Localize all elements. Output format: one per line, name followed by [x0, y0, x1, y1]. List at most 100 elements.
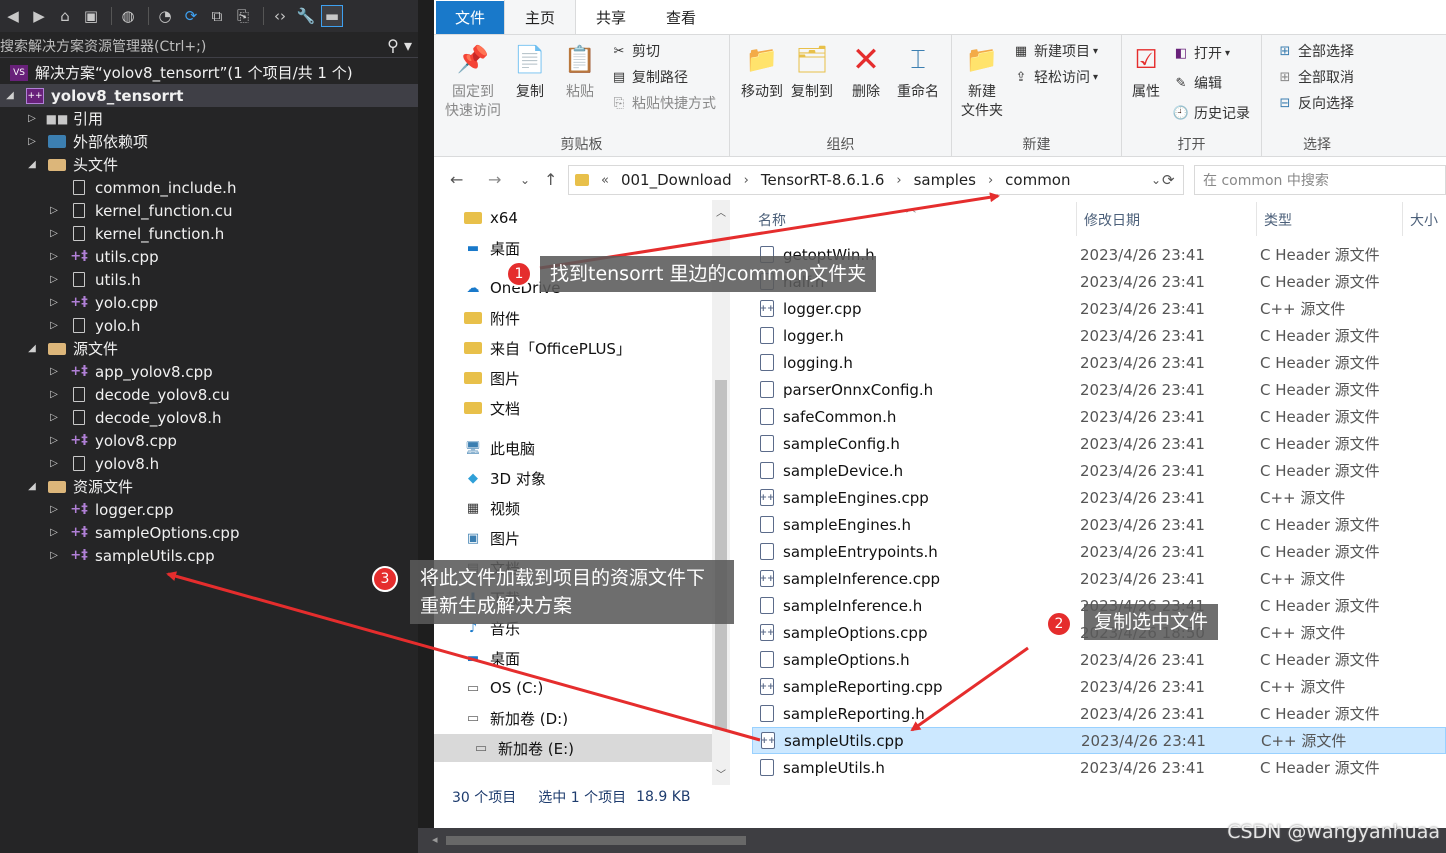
recent-chevron-down-icon[interactable]: ⌄: [520, 173, 530, 187]
back-arrow-icon[interactable]: ←: [450, 170, 463, 189]
nav-item[interactable]: ▬ 桌面: [464, 234, 520, 262]
new-folder-button[interactable]: 📁 新建 文件夹: [958, 41, 1006, 121]
column-size[interactable]: 大小: [1410, 210, 1438, 230]
tree-item[interactable]: ▷ +‡ sampleOptions.cpp: [0, 521, 418, 544]
horizontal-scrollbar-thumb[interactable]: [446, 836, 746, 845]
tree-item[interactable]: ▷ decode_yolov8.cu: [0, 383, 418, 406]
file-row[interactable]: ++ sampleUtils.cpp 2023/4/26 23:41 C++ 源文件: [752, 727, 1446, 754]
expand-arrow-icon[interactable]: ▷: [26, 136, 38, 147]
history-button[interactable]: 🕘 历史记录: [1172, 101, 1250, 125]
file-row[interactable]: sampleOptions.h 2023/4/26 23:41 C Header 源…: [752, 646, 1446, 673]
file-row[interactable]: parserOnnxConfig.h 2023/4/26 23:41 C Heade…: [752, 376, 1446, 403]
move-to-button[interactable]: 📁 移动到: [738, 41, 786, 102]
tree-item[interactable]: ▷ 外部依赖项: [0, 130, 418, 153]
file-row[interactable]: logging.h 2023/4/26 23:41 C Header 源文件: [752, 349, 1446, 376]
refresh-icon[interactable]: ⟳: [1162, 171, 1175, 189]
tree-item[interactable]: ▷ yolo.h: [0, 314, 418, 337]
column-divider[interactable]: [1256, 202, 1257, 236]
back-icon[interactable]: ◀: [2, 5, 24, 27]
nav-item[interactable]: ▭ 新加卷 (E:): [434, 734, 712, 762]
collapse-arrow-icon[interactable]: ◢: [26, 343, 38, 354]
expand-arrow-icon[interactable]: ▷: [26, 113, 38, 124]
project-node[interactable]: ◢ ++ yolov8_tensorrt: [0, 84, 418, 107]
sync-icon[interactable]: ⟳: [180, 5, 202, 27]
pending-changes-icon[interactable]: ◔: [154, 5, 176, 27]
file-row[interactable]: sampleConfig.h 2023/4/26 23:41 C Header 源文…: [752, 430, 1446, 457]
file-row[interactable]: sampleUtils.h 2023/4/26 23:41 C Header 源文件: [752, 754, 1446, 781]
tree-item[interactable]: ▷ utils.h: [0, 268, 418, 291]
edit-button[interactable]: ✎ 编辑: [1172, 71, 1222, 95]
tab-file[interactable]: 文件: [436, 1, 504, 34]
panel-splitter[interactable]: [418, 0, 434, 853]
collapse-all-icon[interactable]: ⧉: [206, 5, 228, 27]
expand-arrow-icon[interactable]: ▷: [48, 504, 60, 515]
nav-item[interactable]: ▦ 视频: [464, 494, 520, 522]
view-code-icon[interactable]: ‹›: [269, 5, 291, 27]
tab-view[interactable]: 查看: [646, 1, 716, 34]
breadcrumb-tensorrt[interactable]: TensorRT-8.6.1.6: [761, 171, 885, 189]
tree-item[interactable]: ▷ +‡ yolo.cpp: [0, 291, 418, 314]
tab-home[interactable]: 主页: [504, 0, 577, 34]
new-item-button[interactable]: ▦ 新建项目 ▾: [1012, 39, 1098, 63]
pin-quick-access-button[interactable]: 📌 固定到 快速访问: [442, 41, 504, 121]
expand-arrow-icon[interactable]: ▷: [48, 320, 60, 331]
collapse-arrow-icon[interactable]: ◢: [26, 159, 38, 170]
tree-item[interactable]: ▷ kernel_function.h: [0, 222, 418, 245]
expand-arrow-icon[interactable]: ▷: [48, 366, 60, 377]
search-icon[interactable]: ⚲ ▾: [387, 36, 412, 55]
expand-arrow-icon[interactable]: ▷: [48, 550, 60, 561]
collapse-arrow-icon[interactable]: ◢: [26, 481, 38, 492]
collapse-arrow-icon[interactable]: ◢: [4, 90, 16, 101]
select-all-button[interactable]: ⊞ 全部选择: [1276, 39, 1354, 63]
file-row[interactable]: sampleDevice.h 2023/4/26 23:41 C Header 源文…: [752, 457, 1446, 484]
globe-icon[interactable]: ◍: [117, 5, 139, 27]
nav-item[interactable]: ▬ 桌面: [464, 644, 520, 672]
breadcrumb-common[interactable]: common: [1005, 171, 1070, 189]
nav-item[interactable]: ▭ OS (C:): [464, 674, 543, 702]
scroll-down-icon[interactable]: ﹀: [716, 766, 726, 781]
expand-arrow-icon[interactable]: ▷: [48, 458, 60, 469]
file-row[interactable]: ++ sampleReporting.cpp 2023/4/26 23:41 C++ …: [752, 673, 1446, 700]
expand-arrow-icon[interactable]: ▷: [48, 297, 60, 308]
tree-item[interactable]: common_include.h: [0, 176, 418, 199]
nav-item[interactable]: x64: [464, 204, 518, 232]
expand-arrow-icon[interactable]: ▷: [48, 389, 60, 400]
expand-arrow-icon[interactable]: ▷: [48, 228, 60, 239]
switch-views-icon[interactable]: ▣: [80, 5, 102, 27]
expand-arrow-icon[interactable]: ▷: [48, 435, 60, 446]
copy-button[interactable]: 📄 复制: [510, 41, 550, 102]
solution-search-box[interactable]: 搜索解决方案资源管理器(Ctrl+;) ⚲ ▾: [0, 34, 418, 58]
home-icon[interactable]: ⌂: [54, 5, 76, 27]
nav-item[interactable]: 文档: [464, 394, 520, 422]
expand-arrow-icon[interactable]: ▷: [48, 251, 60, 262]
expand-arrow-icon[interactable]: ▷: [48, 527, 60, 538]
tree-item[interactable]: ▷ yolov8.h: [0, 452, 418, 475]
nav-item[interactable]: 附件: [464, 304, 520, 332]
paste-button[interactable]: 📋 粘贴: [560, 41, 600, 102]
properties-wrench-icon[interactable]: 🔧: [295, 5, 317, 27]
file-row[interactable]: logger.h 2023/4/26 23:41 C Header 源文件: [752, 322, 1446, 349]
tree-item[interactable]: ▷ +‡ utils.cpp: [0, 245, 418, 268]
preview-selected-icon[interactable]: ▬: [321, 5, 343, 27]
tree-item[interactable]: ▷ +‡ logger.cpp: [0, 498, 418, 521]
up-arrow-icon[interactable]: ↑: [544, 170, 557, 189]
tree-item[interactable]: ◢ 头文件: [0, 153, 418, 176]
expand-arrow-icon[interactable]: ▷: [48, 274, 60, 285]
expand-arrow-icon[interactable]: ▷: [48, 412, 60, 423]
forward-icon[interactable]: ▶: [28, 5, 50, 27]
tree-item[interactable]: ◢ 资源文件: [0, 475, 418, 498]
tree-item[interactable]: ▷ +‡ sampleUtils.cpp: [0, 544, 418, 567]
tree-item[interactable]: ▷ ■■ 引用: [0, 107, 418, 130]
file-row[interactable]: sampleEntrypoints.h 2023/4/26 23:41 C Head…: [752, 538, 1446, 565]
paste-shortcut-button[interactable]: ⎘ 粘贴快捷方式: [610, 91, 716, 115]
copy-to-button[interactable]: 🗂 复制到: [788, 41, 836, 102]
address-dropdown-icon[interactable]: ⌄: [1151, 173, 1161, 187]
breadcrumb-overflow[interactable]: «: [601, 173, 609, 188]
nav-item[interactable]: 🖥 此电脑: [464, 434, 535, 462]
column-divider[interactable]: [1076, 202, 1077, 236]
column-name[interactable]: 名称: [758, 210, 786, 230]
scrollbar-thumb[interactable]: [715, 380, 727, 730]
rename-button[interactable]: ⌶ 重命名: [894, 41, 942, 102]
scroll-up-icon[interactable]: ︿: [716, 204, 726, 219]
solution-node[interactable]: VS 解决方案“yolov8_tensorrt”(1 个项目/共 1 个): [0, 61, 418, 84]
